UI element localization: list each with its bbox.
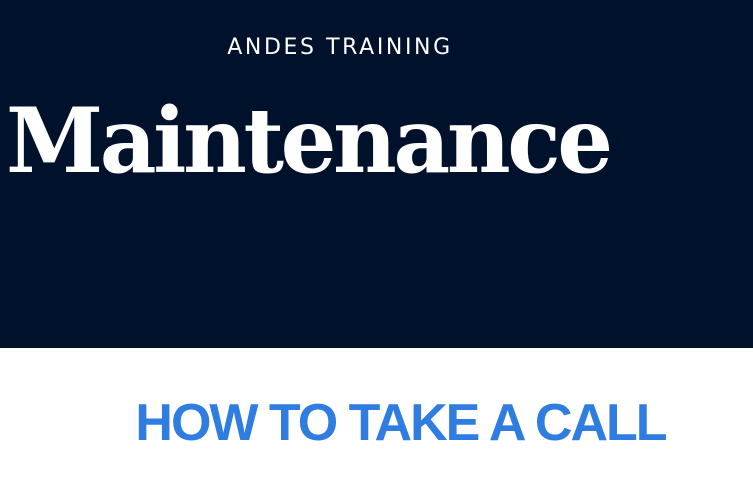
page-title: Maintenance — [6, 88, 613, 194]
section-heading: HOW TO TAKE A CALL — [135, 394, 667, 452]
course-label: ANDES TRAINING — [227, 35, 453, 60]
hero-banner: ANDES TRAINING Maintenance — [0, 0, 753, 348]
